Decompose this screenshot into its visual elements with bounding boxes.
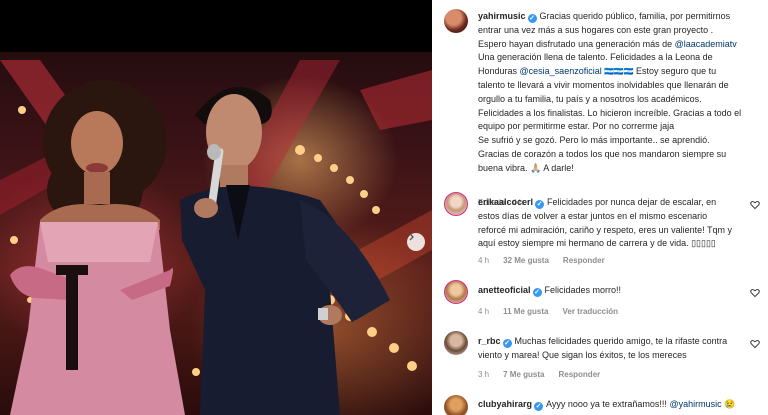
comment-username[interactable]: erikaalcocerl <box>478 197 533 207</box>
see-translation-button[interactable]: Ver traducción <box>562 307 618 316</box>
caption-line: Una generación llena de talento. Felicid… <box>478 52 713 63</box>
reply-button[interactable]: Responder <box>558 370 600 379</box>
crying-emoji: 😢 <box>721 399 736 409</box>
verified-badge-icon: ✓ <box>502 339 512 348</box>
comment-line: estos días de volver a estar juntos en e… <box>478 210 708 221</box>
caption-username[interactable]: yahirmusic <box>478 11 526 21</box>
caption-line: equipo por permitirme estar. Por no corr… <box>478 121 675 132</box>
comment-text: clubyahirarg ✓ Ayyy nooo ya te extrañamos!… <box>478 398 758 412</box>
comment-line: aquí estoy siempre mi hermano de carrera… <box>478 238 716 249</box>
comment-line: viento y marea! Que sigan los éxitos, te… <box>478 349 687 360</box>
heart-icon[interactable] <box>750 339 760 349</box>
comment-line: reforcé mi admiración, cariño y respeto,… <box>478 224 732 235</box>
verified-badge-icon: ✓ <box>532 288 542 297</box>
reply-button[interactable]: Responder <box>563 256 605 265</box>
comment-meta: 4 h 32 Me gusta Responder <box>478 256 605 265</box>
caption-line: orgullo a tu familia, tu país y a nosotr… <box>478 93 702 104</box>
carousel-next-button[interactable] <box>407 233 425 251</box>
post-photo[interactable] <box>0 0 432 415</box>
comments-panel: yahirmusic ✓ Gracias querido público, fami… <box>432 0 768 415</box>
comment-username[interactable]: anetteoficial <box>478 285 531 295</box>
caption-line: Estoy seguro que tu <box>636 66 717 77</box>
caption-line: Espero hayan disfrutado una generación m… <box>478 38 675 49</box>
comment-likes[interactable]: 32 Me gusta <box>503 256 549 265</box>
comment-time[interactable]: 4 h <box>478 256 489 265</box>
heart-icon[interactable] <box>750 200 760 210</box>
caption-line: Felicidades a los finalistas. Lo hiciero… <box>478 107 742 118</box>
heart-icon[interactable] <box>750 288 760 298</box>
photo-letterbox <box>0 0 432 52</box>
caption-line: talento te llevará a vivir momentos inol… <box>478 79 729 90</box>
mention-link[interactable]: @laacademiatv <box>675 39 737 49</box>
caption-line: Se sufrió y se gozó. Pero lo más importa… <box>478 135 710 146</box>
comment-text: erikaalcocerl ✓ Felicidades por nunca deja… <box>478 196 758 251</box>
caption-line: entrar una vez más a sus hogares con est… <box>478 24 714 35</box>
comment-time[interactable]: 3 h <box>478 370 489 379</box>
comment-text: r_rbc ✓ Muchas felicidades querido amigo, … <box>478 335 758 363</box>
comment-line: Muchas felicidades querido amigo, te la … <box>514 336 728 346</box>
comment-line: Ayyy nooo ya te extrañamos!!! <box>546 399 670 409</box>
comment-time[interactable]: 4 h <box>478 307 489 316</box>
comment-likes[interactable]: 7 Me gusta <box>503 370 544 379</box>
verified-badge-icon: ✓ <box>534 402 544 411</box>
avatar[interactable] <box>444 280 468 304</box>
comment-line: Felicidades morro!! <box>544 285 622 295</box>
flag-emoji: 🇭🇳🇭🇳🇭🇳 <box>601 67 637 77</box>
caption-line: Honduras <box>478 66 520 77</box>
mention-link[interactable]: @cesia_saenzoficial <box>520 66 602 76</box>
mention-link[interactable]: @yahirmusic <box>669 399 721 409</box>
comment-likes[interactable]: 11 Me gusta <box>503 307 548 316</box>
caption-line: Gracias querido público, familia, por pe… <box>539 11 731 21</box>
avatar[interactable] <box>444 331 468 355</box>
comment-username[interactable]: r_rbc <box>478 336 501 346</box>
avatar[interactable] <box>444 395 468 415</box>
comment-meta: 3 h 7 Me gusta Responder <box>478 370 600 379</box>
verified-badge-icon: ✓ <box>527 14 537 23</box>
caption-line: Gracias de corazón a todos los que nos m… <box>478 148 727 159</box>
comment-line: Felicidades por nunca dejar de escalar, … <box>547 197 717 207</box>
woman-figure <box>10 80 185 415</box>
caption-line: buena vibra. 🙏🏼 A darle! <box>478 162 574 173</box>
avatar[interactable] <box>444 9 468 33</box>
chevron-right-icon <box>409 233 414 241</box>
verified-badge-icon: ✓ <box>535 200 545 209</box>
comment-username[interactable]: clubyahirarg <box>478 399 532 409</box>
caption-text: yahirmusic ✓ Gracias querido público, fami… <box>478 10 758 176</box>
comment-text: anetteoficial ✓ Felicidades morro!! <box>478 284 758 298</box>
comment-meta: 4 h 11 Me gusta Ver traducción <box>478 307 618 316</box>
stage-scene <box>0 60 432 415</box>
avatar[interactable] <box>444 192 468 216</box>
